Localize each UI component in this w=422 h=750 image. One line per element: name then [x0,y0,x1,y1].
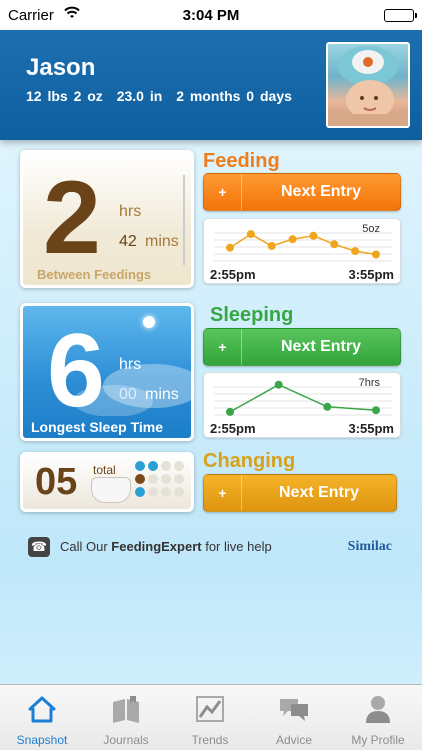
sleeping-data-point [226,407,234,416]
trends-icon [196,696,224,722]
changing-dot [148,487,158,497]
feeding-data-point [267,242,276,250]
baby-age: 2 months 0 days [176,88,292,104]
tab-label: Journals [103,733,149,747]
sleeping-mini-chart[interactable]: 7hrs 2:55pm 3:55pm [203,372,401,438]
changing-title: Changing [203,450,296,472]
status-bar: Carrier 3:04 PM [0,0,422,30]
help-prefix: Call Our [60,539,112,554]
feeding-hours-value: 2 [43,160,101,276]
changing-dot [174,461,184,471]
changing-dot [135,461,145,471]
sleeping-summary-card[interactable]: 6 hrs 00 mins Longest Sleep Time [20,303,194,441]
feeding-next-entry-button[interactable]: + Next Entry [203,173,401,211]
changing-dot [161,474,171,484]
plus-icon: + [204,174,242,210]
tab-advice[interactable]: Advice [252,685,336,750]
journal-icon [113,696,139,723]
changing-dot [148,461,158,471]
sleeping-hours-label: hrs [119,356,142,373]
tab-label: Trends [191,733,229,747]
help-emphasis: FeedingExpert [111,539,202,554]
sleeping-caption: Longest Sleep Time [31,419,163,435]
baby-photo[interactable] [326,42,410,128]
help-suffix: for live help [201,539,272,554]
plus-icon: + [204,329,242,365]
tab-label: My Profile [351,733,405,747]
changing-dot [174,474,184,484]
sleeping-data-point [372,406,380,415]
baby-length: 23.0 in [116,88,163,104]
sleeping-hours-value: 6 [47,313,105,429]
home-icon [28,696,56,723]
tab-label: Advice [275,733,313,747]
feeding-data-point [309,231,318,240]
help-line[interactable]: ☎ Call Our FeedingExpert for live help S… [28,537,398,559]
changing-dot [174,487,184,497]
changing-dots [135,461,191,497]
phone-icon: ☎ [28,537,50,557]
changing-summary-card[interactable]: 05 total [20,452,194,512]
plus-icon: + [204,475,242,511]
feeding-data-point [246,230,255,239]
baby-weight: 12 lbs 2 oz [26,88,103,104]
sleeping-next-entry-button[interactable]: + Next Entry [203,328,401,366]
feeding-minutes-value: 42 [119,233,137,250]
changing-dot [135,487,145,497]
moon-icon [143,316,155,328]
help-text[interactable]: Call Our FeedingExpert for live help [60,539,272,554]
tab-snapshot[interactable]: Snapshot [0,685,84,750]
feeding-start-time: 2:55pm [210,267,256,282]
feeding-data-point [372,250,380,259]
baby-stats: 12 lbs 2 oz 23.0 in 2 months 0 days [26,88,300,104]
changing-count: 05 [35,461,78,503]
sleeping-peak-label: 7hrs [358,377,380,389]
tab-trends[interactable]: Trends [168,685,252,750]
battery-icon [384,9,417,22]
changing-dot [135,474,145,484]
sleeping-title: Sleeping [210,304,294,326]
tab-my-profile[interactable]: My Profile [336,685,420,750]
feeding-title: Feeding [203,150,280,172]
tab-label: Snapshot [16,733,68,747]
feeding-minutes-label: mins [145,233,179,250]
changing-dot [161,487,171,497]
clock: 3:04 PM [182,7,240,24]
feeding-peak-label: 5oz [362,223,380,235]
baby-name: Jason [26,54,96,81]
tab-bar: Snapshot Journals Trends Advice My Profi… [0,684,422,750]
changing-dot [148,474,158,484]
feeding-hours-label: hrs [119,203,142,220]
changing-dot [161,461,171,471]
feeding-data-point [226,243,234,252]
changing-total-label: total [93,463,116,477]
sleeping-next-entry-label: Next Entry [280,338,362,355]
sleeping-end-time: 3:55pm [348,421,394,436]
feeding-summary-card[interactable]: 2 hrs 42 mins Between Feedings [20,150,194,288]
diaper-icon [91,477,131,503]
feeding-data-point [351,247,360,256]
profile-icon [366,696,390,723]
feeding-mini-chart[interactable]: 5oz 2:55pm 3:55pm [203,218,401,284]
changing-next-entry-button[interactable]: + Next Entry [203,474,397,512]
brand-logo: Similac [347,539,392,554]
tab-journals[interactable]: Journals [84,685,168,750]
feeding-next-entry-label: Next Entry [280,183,362,200]
feeding-data-point [330,240,339,249]
profile-header[interactable]: Jason 12 lbs 2 oz 23.0 in 2 months 0 day… [0,30,422,140]
sleeping-minutes-value: 00 [119,386,137,403]
feeding-end-time: 3:55pm [348,267,394,282]
sleeping-minutes-label: mins [145,386,179,403]
changing-next-entry-label: Next Entry [278,484,360,501]
ruler-decoration [171,175,185,265]
feeding-caption: Between Feedings [37,267,152,282]
sleeping-data-point [274,380,283,389]
feeding-data-point [288,235,297,244]
sleeping-data-point [323,402,332,411]
advice-icon [280,699,308,721]
sleeping-start-time: 2:55pm [210,421,256,436]
